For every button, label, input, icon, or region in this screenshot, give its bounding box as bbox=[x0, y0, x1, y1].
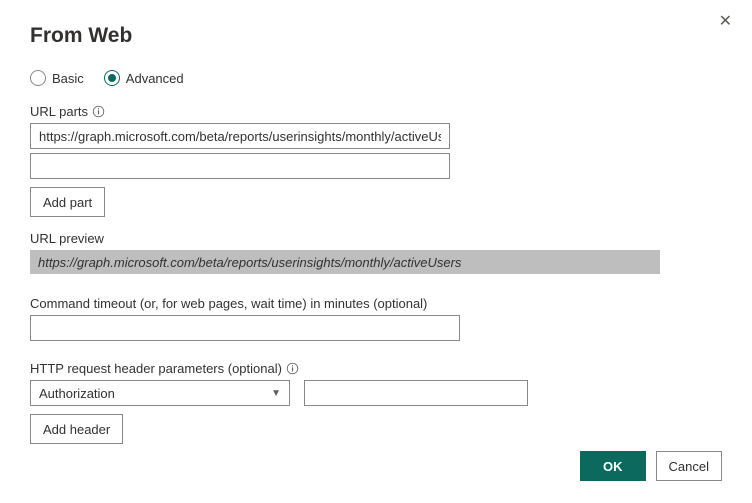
close-icon[interactable]: ✕ bbox=[719, 14, 732, 30]
add-header-button[interactable]: Add header bbox=[30, 414, 123, 444]
header-value-input[interactable] bbox=[304, 380, 528, 406]
header-key-selected: Authorization bbox=[39, 386, 115, 401]
command-timeout-label: Command timeout (or, for web pages, wait… bbox=[30, 296, 722, 311]
command-timeout-input[interactable] bbox=[30, 315, 460, 341]
mode-basic-label: Basic bbox=[52, 71, 84, 86]
mode-advanced-radio[interactable]: Advanced bbox=[104, 70, 184, 86]
dialog-footer: OK Cancel bbox=[580, 451, 722, 481]
mode-advanced-label: Advanced bbox=[126, 71, 184, 86]
add-part-button[interactable]: Add part bbox=[30, 187, 105, 217]
info-icon[interactable] bbox=[92, 105, 105, 118]
cancel-button[interactable]: Cancel bbox=[656, 451, 722, 481]
url-preview-label: URL preview bbox=[30, 231, 722, 246]
url-part-1-input[interactable] bbox=[30, 123, 450, 149]
http-headers-label: HTTP request header parameters (optional… bbox=[30, 361, 722, 376]
url-parts-label: URL parts bbox=[30, 104, 722, 119]
dialog-title: From Web bbox=[30, 24, 722, 48]
mode-radio-group: Basic Advanced bbox=[30, 70, 722, 86]
ok-button[interactable]: OK bbox=[580, 451, 646, 481]
radio-icon bbox=[104, 70, 120, 86]
url-part-2-input[interactable] bbox=[30, 153, 450, 179]
url-preview-value: https://graph.microsoft.com/beta/reports… bbox=[30, 250, 660, 274]
radio-icon bbox=[30, 70, 46, 86]
mode-basic-radio[interactable]: Basic bbox=[30, 70, 84, 86]
info-icon[interactable] bbox=[286, 362, 299, 375]
header-key-dropdown[interactable]: Authorization ▼ bbox=[30, 380, 290, 406]
chevron-down-icon: ▼ bbox=[271, 388, 281, 399]
